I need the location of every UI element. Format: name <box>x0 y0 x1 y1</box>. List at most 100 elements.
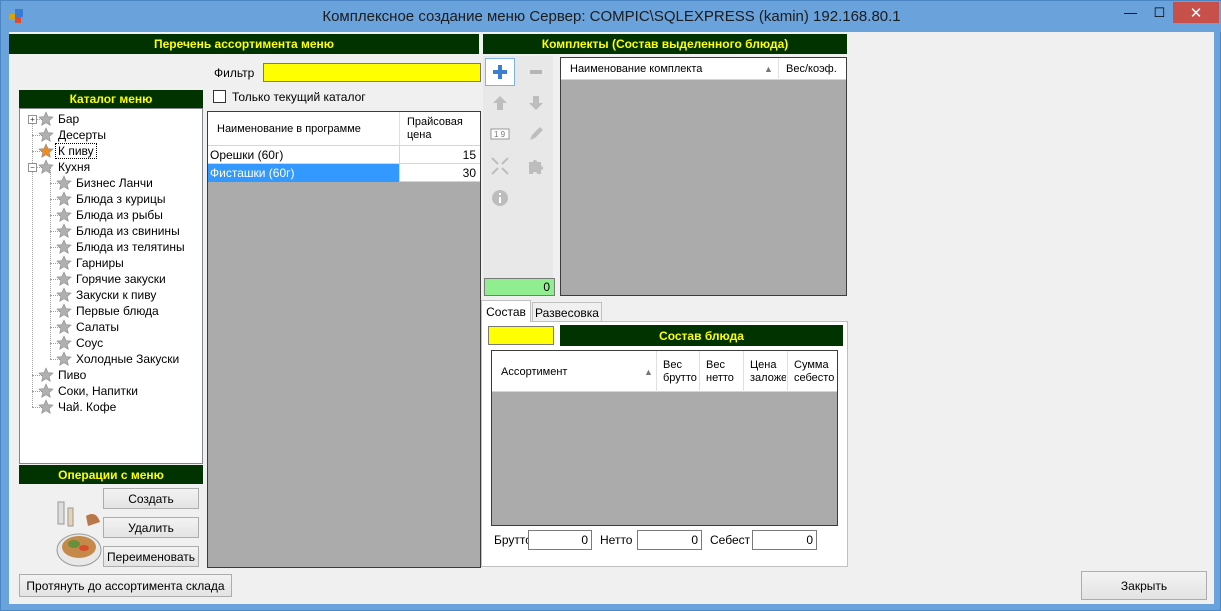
column-assortment-header[interactable]: Ассортимент <box>501 351 641 392</box>
delete-button[interactable]: Удалить <box>103 517 199 538</box>
column-price-header[interactable]: Цена заложе <box>750 355 786 389</box>
collapse-icon[interactable] <box>485 152 515 180</box>
tree-item-label: Десерты <box>58 128 107 142</box>
tree-item-label: Блюда из телятины <box>76 240 185 254</box>
cost-field[interactable] <box>752 530 817 550</box>
row-name: Фисташки (60г) <box>208 164 399 182</box>
tree-item-label: Первые блюда <box>76 304 159 318</box>
tree-item-label: Салаты <box>76 320 120 334</box>
filter-label: Фильтр <box>214 66 255 80</box>
table-row[interactable]: Фисташки (60г) 30 <box>208 164 480 182</box>
close-window-button[interactable]: ✕ <box>1173 2 1219 23</box>
composition-grid-header: Ассортимент ▲ Вес брутто Вес нетто Цена … <box>492 351 837 392</box>
maximize-button[interactable]: ☐ <box>1146 2 1173 23</box>
expand-icon[interactable]: + <box>28 115 37 124</box>
tree-item[interactable]: Бар <box>38 111 81 127</box>
column-name-header[interactable]: Наименование в программе <box>217 112 397 146</box>
tree-item[interactable]: Первые блюда <box>56 303 161 319</box>
tree-item[interactable]: Блюда из рыбы <box>56 207 165 223</box>
netto-label: Нетто <box>600 533 633 547</box>
operations-header: Операции с меню <box>19 465 203 484</box>
puzzle-icon[interactable] <box>521 152 551 180</box>
catalog-tree[interactable]: + Бар Десерты К пиву − Кухня Бизнес Ланчи Блюда… <box>19 108 203 464</box>
composition-filter-input[interactable] <box>488 326 554 345</box>
tree-item-label: Холодные Закуски <box>76 352 180 366</box>
complex-toolbar: 1 9 <box>483 56 553 296</box>
main-window: Комплексное создание меню Сервер: COMPIC… <box>0 0 1221 611</box>
brutto-field[interactable] <box>528 530 592 550</box>
edit-icon[interactable] <box>521 120 551 148</box>
table-row[interactable]: Орешки (60г) 15 <box>208 146 480 164</box>
svg-text:1 9: 1 9 <box>494 130 506 139</box>
collapse-node-icon[interactable]: − <box>28 163 37 172</box>
move-up-icon[interactable] <box>485 89 515 117</box>
tree-item[interactable]: Бизнес Ланчи <box>56 175 155 191</box>
column-complex-name-header[interactable]: Наименование комплекта <box>570 58 750 80</box>
tree-item-label: Чай. Кофе <box>58 400 117 414</box>
assortment-grid-header: Наименование в программе Прайсовая цена <box>208 112 480 146</box>
tree-item-label: Пиво <box>58 368 87 382</box>
star-icon <box>56 255 72 270</box>
star-icon <box>56 351 72 366</box>
tree-item[interactable]: Салаты <box>56 319 121 335</box>
star-icon <box>56 319 72 334</box>
tree-item[interactable]: Блюда из свинины <box>56 223 182 239</box>
star-icon <box>38 367 54 382</box>
tree-item[interactable]: Блюда из телятины <box>56 239 187 255</box>
star-icon <box>38 127 54 142</box>
complex-grid[interactable]: Наименование комплекта ▲ Вес/коэф. <box>560 57 847 296</box>
tree-item-label: Блюда из рыбы <box>76 208 163 222</box>
complex-counter: 0 <box>484 278 555 296</box>
tree-item[interactable]: Десерты <box>38 127 108 143</box>
column-weight-header[interactable]: Вес/коэф. <box>786 58 837 80</box>
close-button[interactable]: Закрыть <box>1081 571 1207 600</box>
star-icon <box>56 287 72 302</box>
minimize-button[interactable]: — <box>1117 2 1144 23</box>
column-gross-header[interactable]: Вес брутто <box>663 355 699 389</box>
move-down-icon[interactable] <box>521 89 551 117</box>
tree-item[interactable]: Пиво <box>38 367 88 383</box>
column-price-header[interactable]: Прайсовая цена <box>407 114 477 144</box>
tree-item[interactable]: Соки, Напитки <box>38 383 140 399</box>
info-icon[interactable] <box>485 184 515 212</box>
tree-item[interactable]: Блюда з курицы <box>56 191 167 207</box>
tree-item[interactable]: Гарниры <box>56 255 126 271</box>
tree-item[interactable]: Чай. Кофе <box>38 399 118 415</box>
remove-icon[interactable] <box>521 58 551 86</box>
star-icon <box>56 207 72 222</box>
rename-button[interactable]: Переименовать <box>103 546 199 567</box>
tab-weighing[interactable]: Развесовка <box>532 302 602 322</box>
star-icon <box>56 175 72 190</box>
star-icon <box>56 191 72 206</box>
star-icon <box>56 303 72 318</box>
tree-item-label: Закуски к пиву <box>76 288 157 302</box>
tree-item[interactable]: Соус <box>56 335 105 351</box>
sort-arrow-icon: ▲ <box>764 64 773 74</box>
brutto-label: Брутто <box>494 533 532 547</box>
star-icon <box>38 159 54 174</box>
tree-item[interactable]: Закуски к пиву <box>56 287 158 303</box>
stretch-to-warehouse-button[interactable]: Протянуть до ассортимента склада <box>19 574 232 597</box>
row-price: 15 <box>462 148 476 162</box>
number-icon[interactable]: 1 9 <box>485 120 515 148</box>
column-net-header[interactable]: Вес нетто <box>706 355 742 389</box>
title-bar[interactable]: Комплексное создание меню Сервер: COMPIC… <box>1 1 1221 32</box>
add-icon[interactable] <box>485 58 515 86</box>
composition-grid[interactable]: Ассортимент ▲ Вес брутто Вес нетто Цена … <box>491 350 838 526</box>
cost-label: Себест <box>710 533 751 547</box>
column-cost-sum-header[interactable]: Сумма себесто <box>794 355 836 389</box>
tree-item[interactable]: К пиву <box>38 143 97 159</box>
tree-item-label: Кухня <box>58 160 91 174</box>
tab-composition[interactable]: Состав <box>481 300 531 322</box>
star-icon <box>56 271 72 286</box>
tree-item-label: Бар <box>58 112 80 126</box>
tree-item[interactable]: Кухня <box>38 159 92 175</box>
tree-item[interactable]: Горячие закуски <box>56 271 168 287</box>
current-catalog-checkbox[interactable] <box>213 90 226 103</box>
tree-item[interactable]: Холодные Закуски <box>56 351 181 367</box>
create-button[interactable]: Создать <box>103 488 199 509</box>
assortment-grid[interactable]: Наименование в программе Прайсовая цена … <box>207 111 481 568</box>
netto-field[interactable] <box>637 530 702 550</box>
current-catalog-label: Только текущий каталог <box>232 90 366 104</box>
filter-input[interactable] <box>263 63 481 82</box>
